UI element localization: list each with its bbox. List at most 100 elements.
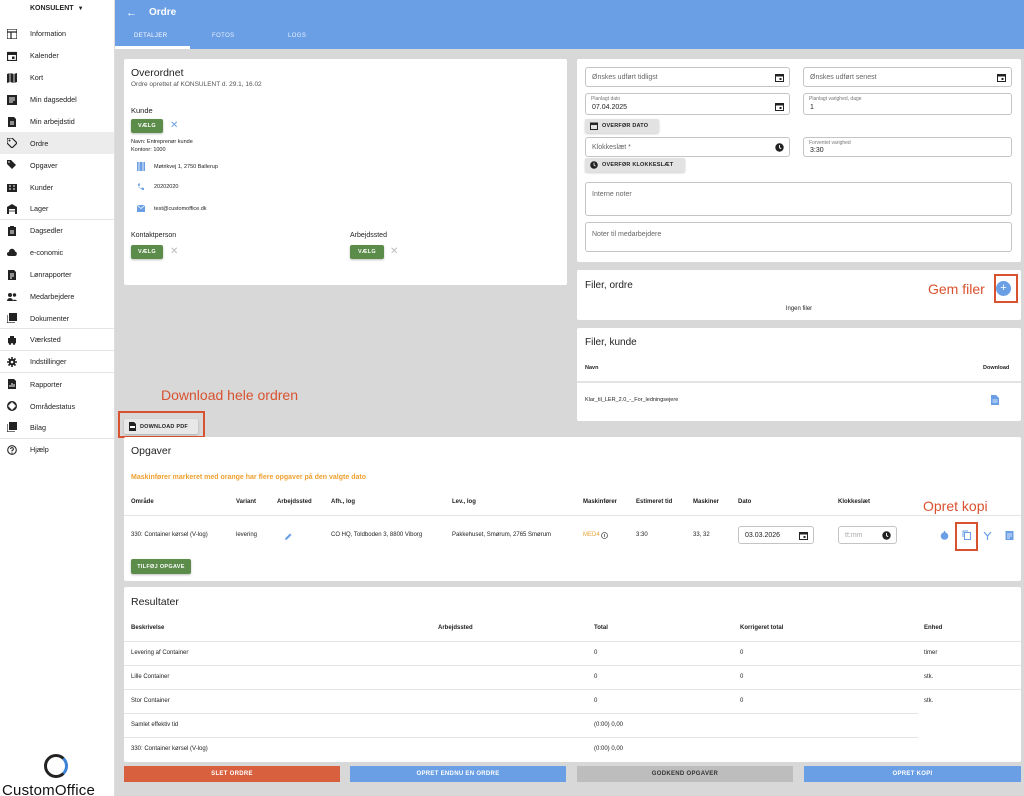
logo-ring-icon — [44, 754, 68, 778]
planned-date-field[interactable]: Planlagt dato 07.04.2025 — [585, 93, 790, 115]
calendar-icon[interactable] — [775, 73, 784, 82]
sidebar-item-ordre[interactable]: Ordre — [0, 132, 114, 155]
annotation-create-copy: Opret kopi — [923, 498, 988, 514]
task-time-field[interactable]: tt:mm — [838, 526, 897, 544]
sidebar-item-label: e-conomic — [30, 248, 64, 258]
create-another-order-button[interactable]: OPRET ENDNU EN ORDRE — [350, 766, 566, 782]
time-field[interactable]: Klokkeslæt * — [585, 137, 790, 157]
sidebar-item-min-arbejdstid[interactable]: Min arbejdstid — [0, 111, 114, 133]
sidebar-item-bilag[interactable]: Bilag — [0, 417, 114, 439]
customer-files-title: Filer, kunde — [585, 337, 637, 348]
delete-order-button[interactable]: SLET ORDRE — [124, 766, 340, 782]
email-icon — [137, 205, 145, 212]
edit-pencil-icon[interactable] — [284, 532, 293, 541]
results-card: Resultater Beskrivelse Arbejdssted Total… — [124, 587, 1021, 762]
select-customer-button[interactable]: VÆLG — [131, 119, 163, 133]
sidebar-item-dagsedler[interactable]: Dagsedler — [0, 220, 114, 242]
clock-icon[interactable] — [882, 531, 891, 540]
day-sheet-icon — [7, 94, 17, 105]
calendar-icon[interactable] — [799, 531, 808, 540]
sidebar-item-opgaver[interactable]: Opgaver — [0, 154, 114, 176]
caret-down-icon: ▼ — [77, 5, 84, 12]
sidebar-item-e-conomic[interactable]: e-conomic — [0, 242, 114, 264]
sidebar-item-label: Kunder — [30, 182, 54, 192]
contact-heading: Kontaktperson — [131, 232, 177, 239]
calendar-icon[interactable] — [775, 102, 784, 111]
sidebar-item-label: Kalender — [30, 51, 59, 61]
tasks-title: Opgaver — [131, 445, 172, 457]
latest-date-field[interactable]: Ønskes udført senest — [803, 67, 1012, 87]
task-operator[interactable]: MED4 — [583, 532, 600, 538]
add-task-button[interactable]: TILFØJ OPGAVE — [131, 559, 191, 574]
col-machines: Maskiner — [693, 499, 720, 505]
expected-duration-field[interactable]: Forventet varighed 3:30 — [803, 137, 1012, 157]
divider — [124, 689, 1021, 690]
sidebar-item-kort[interactable]: Kort — [0, 67, 114, 89]
latest-date-placeholder: Ønskes udført senest — [810, 74, 877, 81]
tasks-warning: Maskinfører markeret med orange har fler… — [131, 474, 366, 481]
sidebar-item-label: Opgaver — [30, 160, 58, 170]
clear-customer-icon[interactable]: ✕ — [170, 120, 178, 131]
status-icon[interactable] — [940, 531, 949, 540]
planned-duration-field[interactable]: Planlagt varighed, dage 1 — [803, 93, 1012, 115]
col-corrected-total: Korrigeret total — [740, 625, 784, 631]
tag-icon — [7, 138, 17, 149]
user-menu[interactable]: KONSULENT ▼ — [30, 5, 84, 12]
select-contact-button[interactable]: VÆLG — [131, 245, 163, 259]
sidebar-item-værksted[interactable]: Værksted — [0, 329, 114, 352]
calendar-icon[interactable] — [997, 73, 1006, 82]
internal-notes-field[interactable]: Interne noter — [585, 182, 1012, 216]
back-arrow-icon[interactable]: ← — [126, 7, 137, 19]
task-date-field[interactable]: 03.03.2026 — [738, 526, 814, 544]
planned-duration-label: Planlagt varighed, dage — [809, 96, 862, 102]
sidebar-item-dokumenter[interactable]: Dokumenter — [0, 308, 114, 330]
tab-photos[interactable]: FOTOS — [212, 33, 235, 39]
transfer-date-button[interactable]: OVERFØR DATO — [585, 119, 659, 133]
sidebar-item-kunder[interactable]: Kunder — [0, 176, 114, 198]
split-icon[interactable] — [983, 531, 992, 540]
result-unit: stk. — [924, 698, 934, 704]
transfer-time-button[interactable]: OVERFØR KLOKKESLÆT — [585, 158, 685, 172]
tab-details[interactable]: DETALJER — [134, 33, 167, 39]
operator-info-icon[interactable] — [601, 532, 608, 539]
sidebar-item-label: Værksted — [30, 335, 61, 345]
result-corrected: 0 — [740, 650, 744, 656]
internal-notes-placeholder: Interne noter — [592, 191, 632, 198]
sidebar-item-rapporter[interactable]: Rapporter — [0, 373, 114, 395]
sidebar-item-kalender[interactable]: Kalender — [0, 45, 114, 67]
employee-notes-field[interactable]: Noter til medarbejdere — [585, 222, 1012, 252]
documents-icon — [7, 313, 17, 324]
sidebar-item-områdestatus[interactable]: Områdestatus — [0, 395, 114, 417]
customer-file-name[interactable]: Klar_til_LER_2.0_-_For_ledningsejere — [585, 397, 678, 403]
result-unit: stk. — [924, 674, 934, 680]
sidebar-item-label: Rapporter — [30, 379, 62, 389]
workshop-icon — [7, 335, 17, 345]
earliest-date-field[interactable]: Ønskes udført tidligst — [585, 67, 790, 87]
clipboard-icon — [7, 225, 17, 236]
overview-card: Overordnet Ordre oprettet af KONSULENT d… — [124, 59, 567, 285]
sidebar-item-lager[interactable]: Lager — [0, 198, 114, 221]
select-workplace-button[interactable]: VÆLG — [350, 245, 384, 259]
sidebar-item-hjælp[interactable]: Hjælp — [0, 439, 114, 461]
col-time: Klokkeslæt — [838, 499, 871, 505]
download-pdf-button[interactable]: DOWNLOAD PDF — [124, 419, 198, 434]
sidebar-item-information[interactable]: Information — [0, 23, 114, 45]
approve-tasks-button[interactable]: GODKEND OPGAVER — [577, 766, 793, 782]
sidebar-item-medarbejdere[interactable]: Medarbejdere — [0, 286, 114, 308]
sidebar-item-indstillinger[interactable]: Indstillinger — [0, 351, 114, 374]
clock-icon[interactable] — [775, 143, 784, 152]
clear-workplace-icon[interactable]: ✕ — [390, 246, 398, 257]
clear-contact-icon[interactable]: ✕ — [170, 246, 178, 257]
sidebar-item-min-dagseddel[interactable]: Min dagseddel — [0, 89, 114, 111]
file-download-icon[interactable] — [991, 395, 999, 405]
sidebar-item-lønrapporter[interactable]: Lønrapporter — [0, 264, 114, 286]
result-total: (0:00) 0,00 — [594, 746, 624, 752]
col-pickup: Afh., log — [331, 499, 355, 505]
create-copy-button[interactable]: OPRET KOPI — [804, 766, 1021, 782]
clipboard-task-icon[interactable] — [1005, 530, 1014, 540]
result-total: 0 — [594, 674, 598, 680]
task-time-placeholder: tt:mm — [845, 532, 863, 539]
tab-logs[interactable]: LOGS — [288, 33, 306, 39]
download-pdf-label: DOWNLOAD PDF — [140, 423, 188, 430]
sidebar-item-label: Medarbejdere — [30, 292, 75, 302]
